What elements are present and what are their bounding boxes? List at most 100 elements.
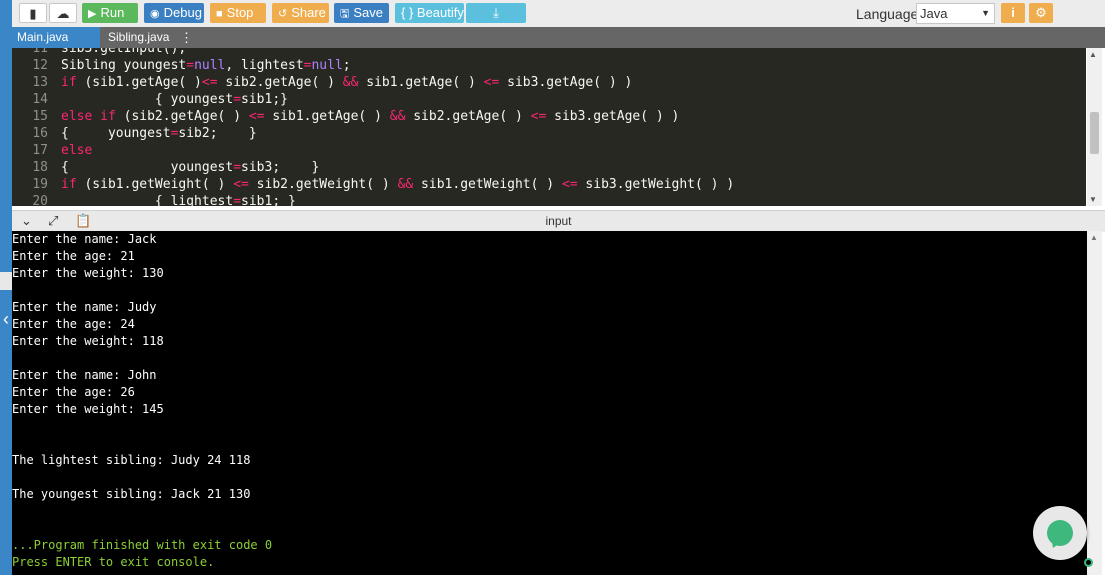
- download-button[interactable]: ⤓: [466, 3, 526, 23]
- collapse-sidebar-icon[interactable]: ‹: [0, 308, 12, 330]
- scroll-up-icon[interactable]: ▲: [1090, 233, 1098, 242]
- code-token: <=: [483, 75, 500, 90]
- code-token: sib3.getAge( ) ): [499, 75, 633, 90]
- code-line[interactable]: 12 Sibling youngest=null, lightest=null;: [12, 57, 351, 74]
- save-icon: 🖫: [340, 8, 350, 20]
- code-line[interactable]: 18 { youngest=sib3; }: [12, 159, 319, 176]
- code-token: <=: [201, 75, 218, 90]
- console-line: ...Program finished with exit code 0: [12, 538, 273, 552]
- code-token: sib2; }: [178, 126, 257, 141]
- code-token: &&: [342, 75, 359, 90]
- code-token: ;: [342, 58, 351, 73]
- left-sidebar-strip: ‹: [0, 0, 12, 575]
- code-token: =: [233, 160, 242, 175]
- console-output[interactable]: Enter the name: Jack Enter the age: 21 Ent…: [12, 231, 1087, 575]
- run-button[interactable]: ▶ Run: [82, 3, 138, 23]
- share-button[interactable]: ↺ Share: [272, 3, 329, 23]
- code-token: { lightest: [61, 194, 234, 206]
- console-line: The lightest sibling: Judy 24 118: [12, 453, 251, 467]
- code-token: , lightest: [225, 58, 304, 73]
- code-token: sib1.getAge( ): [264, 109, 390, 124]
- status-dot: [1084, 558, 1093, 567]
- scroll-up-icon[interactable]: ▲: [1089, 50, 1097, 59]
- file-tabs: Main.java Sibling.java ⋮: [12, 27, 1105, 48]
- code-token: =: [186, 58, 195, 73]
- code-token: sib3; }: [241, 160, 320, 175]
- console-line: Enter the weight: 145: [12, 402, 164, 416]
- console-line: Enter the age: 26: [12, 385, 135, 399]
- code-line[interactable]: 16{ youngest=sib2; }: [12, 125, 257, 142]
- code-line[interactable]: 20 { lightest=sib1; }: [12, 193, 295, 206]
- code-editor[interactable]: 11 sib3.getInput(); 12 Sibling youngest=nul…: [12, 48, 1086, 206]
- chevron-down-icon: ▼: [981, 8, 990, 18]
- code-token: sib2.getAge( ): [217, 75, 343, 90]
- line-number: 11: [32, 48, 48, 56]
- line-number: 20: [32, 194, 48, 206]
- code-token: (sib2.getAge( ): [115, 109, 249, 124]
- beautify-button[interactable]: { } Beautify: [395, 3, 464, 23]
- code-token: sib1.getWeight( ): [413, 177, 562, 192]
- console-title: input: [545, 214, 572, 228]
- console-line: Enter the weight: 118: [12, 334, 164, 348]
- code-token: { youngest: [61, 160, 234, 175]
- sidebar-marker: [0, 272, 12, 290]
- console-line: Enter the name: John: [12, 368, 157, 382]
- editor-scrollbar[interactable]: ▲ ▼: [1087, 48, 1102, 206]
- console-line: The youngest sibling: Jack 21 130: [12, 487, 251, 501]
- tab-menu-icon[interactable]: ⋮: [180, 27, 193, 48]
- line-number: 13: [32, 75, 48, 90]
- line-number: 19: [32, 177, 48, 192]
- line-number: 16: [32, 126, 48, 141]
- play-icon: ▶: [88, 8, 97, 20]
- code-token: if: [61, 177, 77, 192]
- scroll-down-icon[interactable]: ▼: [1089, 195, 1097, 204]
- line-number: 18: [32, 160, 48, 175]
- code-token: Sibling youngest: [61, 58, 187, 73]
- save-button[interactable]: 🖫 Save: [334, 3, 389, 23]
- settings-button[interactable]: ⚙: [1029, 3, 1053, 23]
- upload-icon: ☁: [56, 6, 70, 21]
- code-line[interactable]: 13 if (sib1.getAge( )<= sib2.getAge( ) &&…: [12, 74, 632, 91]
- language-label: Language: [856, 6, 919, 22]
- gear-icon: ⚙: [1035, 5, 1047, 20]
- info-button[interactable]: i: [1001, 3, 1025, 23]
- console-line: Press ENTER to exit console.: [12, 555, 215, 569]
- stop-icon: ■: [216, 8, 223, 20]
- code-token: (sib1.getAge( ): [76, 75, 202, 90]
- code-token: if: [61, 75, 77, 90]
- debug-icon: ◉: [150, 8, 160, 20]
- code-line[interactable]: 19 if (sib1.getWeight( ) <= sib2.getWeigh…: [12, 176, 734, 193]
- upload-button[interactable]: ☁: [49, 3, 77, 23]
- editor-scroll-thumb[interactable]: [1090, 112, 1099, 154]
- tab-main-java[interactable]: Main.java: [12, 27, 100, 48]
- code-token: (sib1.getWeight( ): [76, 177, 234, 192]
- code-token: <=: [561, 177, 578, 192]
- code-line[interactable]: 15 else if (sib2.getAge( ) <= sib1.getAge…: [12, 108, 679, 125]
- console-line: Enter the weight: 130: [12, 266, 164, 280]
- new-file-icon: ▮: [29, 6, 37, 21]
- code-token: { youngest: [61, 126, 171, 141]
- console-scrollbar[interactable]: ▲: [1087, 231, 1102, 575]
- new-file-button[interactable]: ▮: [19, 3, 47, 23]
- code-token: sib1.getAge( ): [358, 75, 484, 90]
- code-token: { youngest: [61, 92, 234, 107]
- toolbar: ▮ ☁ ▶ Run ◉ Debug ■ Stop ↺ Share 🖫 Save { } B…: [12, 0, 1105, 27]
- console-line: Enter the name: Jack: [12, 232, 157, 246]
- code-line[interactable]: 14 { youngest=sib1;}: [12, 91, 288, 108]
- chat-button[interactable]: [1033, 506, 1087, 560]
- code-token: else if: [61, 109, 116, 124]
- console-line: Enter the age: 24: [12, 317, 135, 331]
- share-icon: ↺: [278, 8, 288, 20]
- console-header: ⌄ ⤢ 📋 input: [12, 210, 1105, 232]
- info-icon: i: [1011, 5, 1015, 20]
- code-line[interactable]: 17 else: [12, 142, 92, 159]
- code-token: <=: [530, 109, 547, 124]
- code-token: null: [194, 58, 226, 73]
- code-line[interactable]: 11 sib3.getInput();: [12, 48, 186, 57]
- language-select[interactable]: Java ▼: [916, 3, 995, 24]
- code-token: else: [61, 143, 93, 158]
- code-token: =: [233, 194, 242, 206]
- line-number: 12: [32, 58, 48, 73]
- debug-button[interactable]: ◉ Debug: [144, 3, 204, 23]
- stop-button[interactable]: ■ Stop: [210, 3, 266, 23]
